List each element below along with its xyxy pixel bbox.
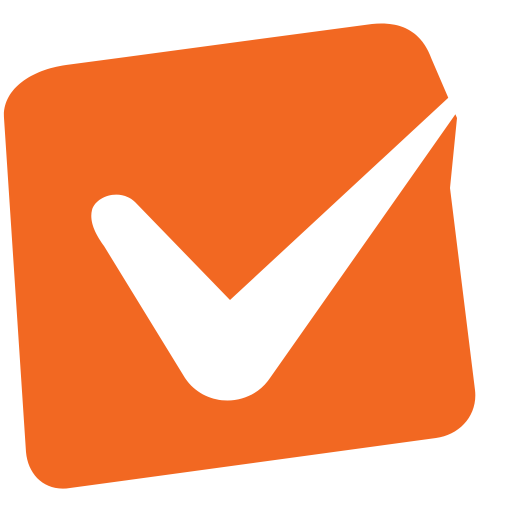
checkbox-box-shape <box>3 23 476 489</box>
checkbox-check-icon <box>3 23 503 489</box>
logo-canvas <box>0 0 512 512</box>
